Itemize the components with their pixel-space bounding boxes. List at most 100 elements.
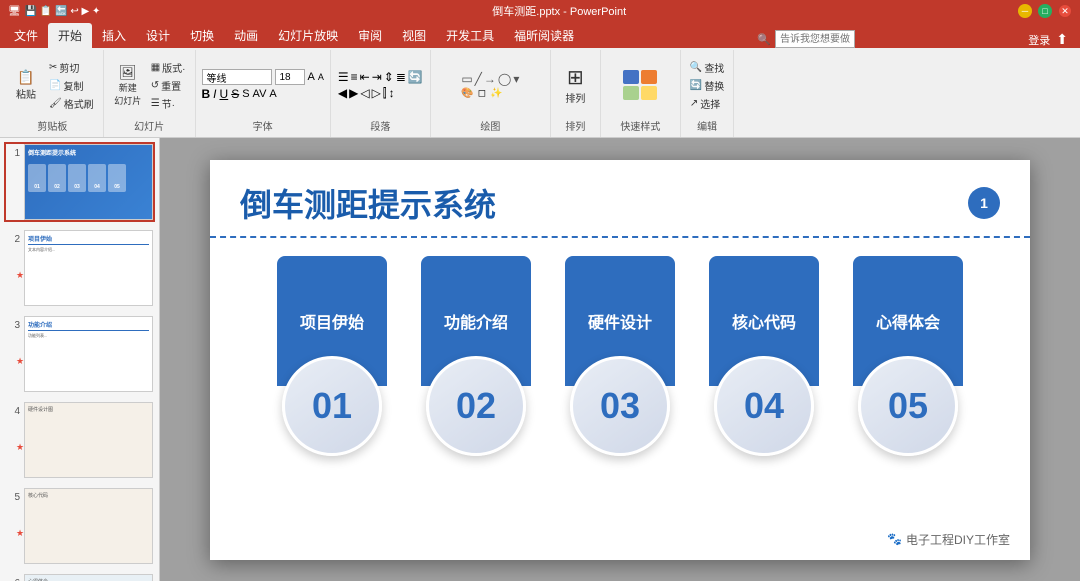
style-swatch-4[interactable] — [641, 86, 657, 100]
font-row2: B I U S S AV A — [202, 87, 324, 101]
tab-animation[interactable]: 动画 — [224, 23, 268, 48]
layout-icon: ▦ — [151, 62, 160, 73]
tab-insert[interactable]: 插入 — [92, 23, 136, 48]
font-color-btn[interactable]: A — [269, 88, 276, 100]
shape-arrow-icon[interactable]: → — [484, 72, 496, 86]
slide-preview-5: 核心代码 — [24, 488, 153, 564]
style-swatch-2[interactable] — [641, 70, 657, 84]
shape-outline-btn[interactable]: ◻ — [478, 88, 486, 99]
new-slide-icon: 🖼 — [119, 64, 137, 81]
slide-num-2: 2 — [6, 230, 20, 245]
align-left-btn[interactable]: ◀ — [338, 86, 347, 101]
tab-review[interactable]: 审阅 — [348, 23, 392, 48]
strikethrough-btn[interactable]: S — [231, 87, 239, 101]
window-controls[interactable]: ─ □ ✕ — [1018, 4, 1072, 18]
slide-thumb-2[interactable]: 2 ★ 项目伊始 文本内容介绍... — [4, 228, 155, 308]
align-right-btn[interactable]: ◁ — [360, 86, 369, 101]
convert-smartart-btn[interactable]: 🔄 — [408, 70, 423, 84]
find-btn[interactable]: 🔍 查找 — [687, 59, 727, 76]
bullet-btn[interactable]: ☰ — [338, 70, 349, 84]
shape-fill-btn[interactable]: 🎨 — [461, 88, 473, 99]
slide-thumb-6[interactable]: 6 心得体会 — [4, 572, 155, 581]
reset-btn[interactable]: ↺ 重置 — [148, 77, 189, 94]
section-btn[interactable]: ☰ 节· — [148, 95, 189, 112]
close-btn[interactable]: ✕ — [1058, 4, 1072, 18]
justify-btn[interactable]: ▷ — [372, 86, 381, 101]
shape-oval-icon[interactable]: ◯ — [498, 72, 511, 86]
tab-design[interactable]: 设计 — [136, 23, 180, 48]
replace-btn[interactable]: 🔄 替换 — [687, 77, 727, 94]
tab-file[interactable]: 文件 — [4, 23, 48, 48]
font-shadow-btn[interactable]: S — [242, 88, 249, 100]
slide-preview-2: 项目伊始 文本内容介绍... — [24, 230, 153, 306]
shape-more-icon[interactable]: ▾ — [513, 72, 519, 86]
tab-view[interactable]: 视图 — [392, 23, 436, 48]
font-grow-btn[interactable]: A — [308, 71, 315, 83]
tab-transition[interactable]: 切换 — [180, 23, 224, 48]
slide-thumb-5[interactable]: 5 ★ 核心代码 — [4, 486, 155, 566]
shapes-row: ▭ ╱ → ◯ ▾ — [461, 72, 519, 86]
copy-icon: 📄 — [49, 80, 61, 91]
slide-thumb-3[interactable]: 3 ★ 功能介绍 功能列表... — [4, 314, 155, 394]
increase-indent-btn[interactable]: ⇥ — [372, 70, 382, 84]
maximize-btn[interactable]: □ — [1038, 4, 1052, 18]
slide-thumb-4[interactable]: 4 ★ 硬件设计图 — [4, 400, 155, 480]
ribbon-search[interactable] — [775, 30, 855, 48]
shape-line-icon[interactable]: ╱ — [475, 72, 482, 86]
clipboard-small-btns: ✂ 剪切 📄 复制 🖌 格式刷 — [46, 59, 97, 112]
card-circle-5: 05 — [858, 356, 958, 456]
font-name-input[interactable] — [202, 69, 272, 85]
slide-canvas[interactable]: 倒车测距提示系统 1 项目伊始 01 功能介绍 02 — [210, 160, 1030, 560]
canvas-area: 倒车测距提示系统 1 项目伊始 01 功能介绍 02 — [160, 138, 1080, 581]
style-swatch-1[interactable] — [623, 70, 639, 84]
new-slide-btn[interactable]: 🖼 新建幻灯片 — [110, 62, 146, 109]
paragraph-label: 段落 — [370, 118, 390, 135]
slide-thumb-1[interactable]: 1 倒车测距提示系统 01 02 03 04 — [4, 142, 155, 222]
text-direction-btn[interactable]: ⇕ — [384, 70, 394, 84]
font-shrink-btn[interactable]: A — [318, 72, 324, 82]
format-paint-btn[interactable]: 🖌 格式刷 — [46, 95, 97, 112]
select-btn[interactable]: ↗ 选择 — [687, 95, 727, 112]
card-circle-4: 04 — [714, 356, 814, 456]
column-btn[interactable]: ⫿ — [383, 86, 387, 101]
font-size-input[interactable] — [275, 69, 305, 85]
char-spacing-btn[interactable]: AV — [253, 88, 267, 100]
arrange-group: ⊞ 排列 排列 — [551, 50, 601, 137]
underline-btn[interactable]: U — [220, 87, 229, 101]
slide-title-area: 倒车测距提示系统 1 — [210, 160, 1030, 238]
italic-btn[interactable]: I — [213, 87, 216, 101]
line-spacing-btn[interactable]: ↕ — [389, 86, 395, 101]
align-text-btn[interactable]: ≣ — [396, 70, 406, 84]
slide-small-btns: ▦ 版式· ↺ 重置 ☰ 节· — [148, 59, 189, 112]
slide-num-4: 4 — [6, 402, 20, 417]
tab-slideshow[interactable]: 幻灯片放映 — [268, 23, 348, 48]
layout-btn[interactable]: ▦ 版式· — [148, 59, 189, 76]
slide-star-2: ★ — [16, 270, 24, 281]
arrange-btn[interactable]: ⊞ 排列 — [557, 63, 593, 107]
bold-btn[interactable]: B — [202, 87, 211, 101]
copy-btn[interactable]: 📄 复制 — [46, 77, 97, 94]
login-btn[interactable]: 登录 — [1028, 32, 1050, 48]
style-swatch-3[interactable] — [623, 86, 639, 100]
font-label: 字体 — [253, 118, 273, 135]
card-circle-2: 02 — [426, 356, 526, 456]
slide-num-5: 5 — [6, 488, 20, 503]
numbering-btn[interactable]: ≡ — [351, 70, 358, 84]
shape-rect-icon[interactable]: ▭ — [461, 72, 472, 86]
paragraph-group: ☰ ≡ ⇤ ⇥ ⇕ ≣ 🔄 ◀ ▶ ◁ ▷ ⫿ ↕ 段落 — [331, 50, 431, 137]
shape-effect-btn[interactable]: ✨ — [490, 88, 502, 99]
cut-btn[interactable]: ✂ 剪切 — [46, 59, 97, 76]
tab-developer[interactable]: 开发工具 — [436, 23, 504, 48]
share-icon: ⬆ — [1056, 31, 1068, 48]
para-row2: ◀ ▶ ◁ ▷ ⫿ ↕ — [338, 86, 423, 101]
decrease-indent-btn[interactable]: ⇤ — [360, 70, 370, 84]
slide-watermark: 🐾 电子工程DIY工作室 — [887, 531, 1010, 548]
minimize-btn[interactable]: ─ — [1018, 4, 1032, 18]
tab-foxit[interactable]: 福昕阅读器 — [504, 23, 584, 48]
align-center-btn[interactable]: ▶ — [349, 86, 358, 101]
paste-btn[interactable]: 📋 粘贴 — [8, 67, 44, 103]
select-icon: ↗ — [690, 98, 698, 109]
slide-num-1: 1 — [6, 144, 20, 159]
quick-styles-group: 快速样式 — [601, 50, 681, 137]
tab-home[interactable]: 开始 — [48, 23, 92, 48]
